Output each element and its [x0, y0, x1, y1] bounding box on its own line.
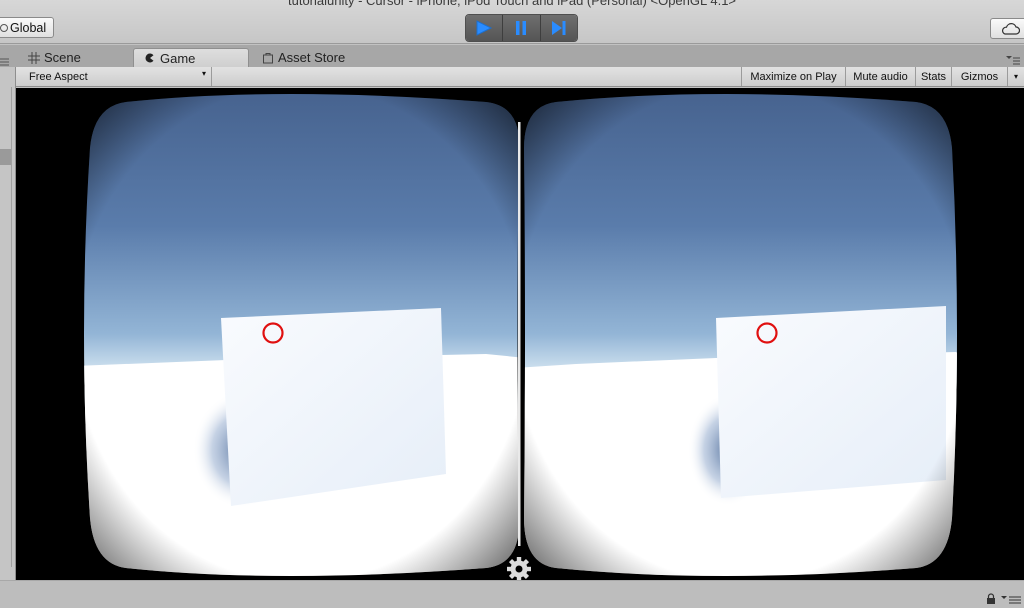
mute-audio-toggle[interactable]: Mute audio	[845, 67, 915, 86]
gizmos-toggle[interactable]: Gizmos	[951, 67, 1007, 86]
stats-toggle[interactable]: Stats	[915, 67, 951, 86]
tab-asset-store[interactable]: Asset Store	[254, 48, 394, 67]
tab-scene[interactable]: Scene	[20, 48, 130, 67]
asset-store-icon	[263, 52, 273, 63]
global-label: Global	[10, 20, 47, 35]
aspect-ratio-value: Free Aspect	[29, 70, 88, 83]
aspect-ratio-dropdown[interactable]: Free Aspect ▾	[20, 67, 212, 86]
main-toolbar: tutorialunity - Cursor - iPhone, iPod To…	[0, 0, 1024, 44]
playback-controls	[465, 14, 578, 42]
left-panel-scroll-thumb[interactable]	[0, 149, 11, 165]
menu-icon[interactable]	[1000, 595, 1022, 605]
tab-game-label: Game	[160, 50, 196, 66]
step-button[interactable]	[540, 15, 577, 41]
window-title: tutorialunity - Cursor - iPhone, iPod To…	[287, 0, 737, 8]
scene-grid-icon	[28, 51, 40, 64]
step-icon	[551, 21, 566, 35]
play-button[interactable]	[466, 15, 504, 41]
right-eye-view	[524, 94, 957, 576]
pause-button[interactable]	[503, 15, 541, 41]
game-view-toolbar: Free Aspect ▾ Maximize on Play Mute audi…	[16, 67, 1024, 87]
panel-menu-icon[interactable]	[0, 58, 10, 66]
tab-asset-store-label: Asset Store	[278, 50, 346, 65]
gear-icon[interactable]	[507, 557, 531, 580]
cloud-icon	[1002, 22, 1020, 35]
cloud-button[interactable]	[990, 18, 1024, 39]
pivot-rotation-global-button[interactable]: Global	[0, 17, 54, 38]
vr-stereo-render	[84, 94, 957, 580]
maximize-on-play-toggle[interactable]: Maximize on Play	[741, 67, 845, 86]
tab-game[interactable]: Game	[133, 48, 249, 67]
tab-scene-label: Scene	[44, 50, 81, 65]
vr-center-divider	[518, 122, 521, 546]
left-eye-view	[84, 94, 520, 576]
game-icon	[145, 53, 154, 63]
globe-icon	[0, 23, 8, 32]
lock-icon[interactable]	[986, 593, 996, 605]
left-panel-edge	[0, 67, 16, 588]
dropdown-arrow-icon: ▾	[201, 69, 206, 78]
status-bar	[0, 580, 1024, 608]
pause-icon	[516, 21, 527, 35]
gizmos-dropdown-arrow-icon[interactable]: ▾	[1007, 67, 1024, 86]
play-icon	[476, 20, 493, 36]
game-viewport[interactable]	[16, 88, 1024, 580]
editor-tab-strip: Scene Game Asset Store	[0, 45, 1024, 67]
tab-options-menu-icon[interactable]	[1005, 55, 1021, 65]
